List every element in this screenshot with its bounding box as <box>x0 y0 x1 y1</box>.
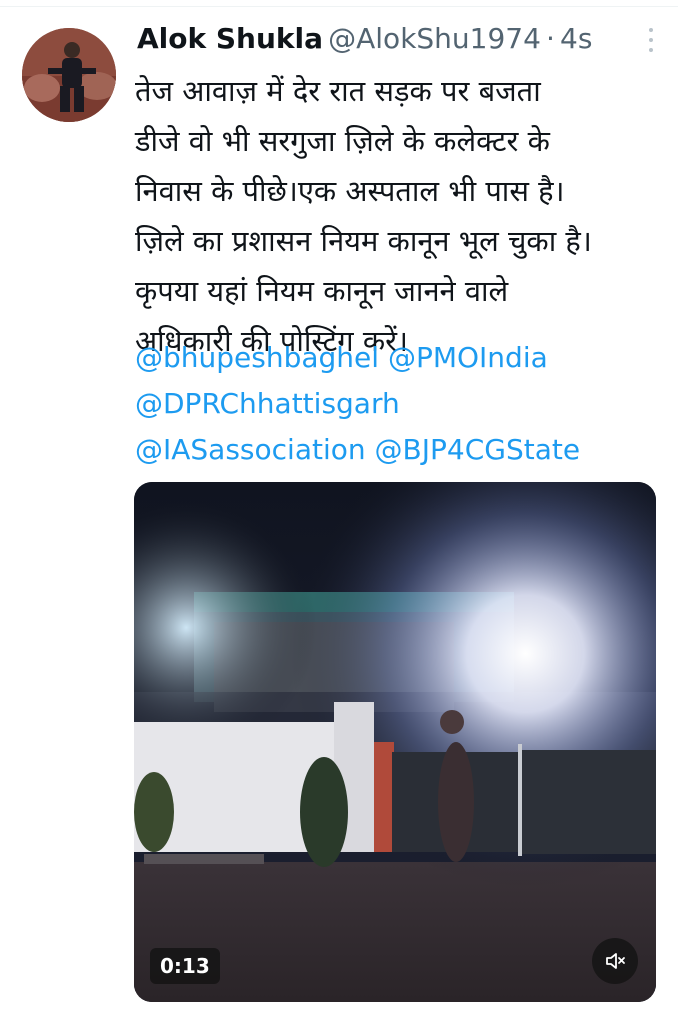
tweet-text-line: तेज आवाज़ में देर रात सड़क पर बजता <box>135 74 541 108</box>
separator-dot: · <box>546 22 555 55</box>
avatar[interactable] <box>22 28 116 122</box>
tweet-text-line: निवास के पीछे।एक अस्पताल भी पास है। <box>135 174 565 208</box>
tweet-timestamp[interactable]: 4s <box>560 22 592 55</box>
avatar-photo <box>22 28 116 122</box>
mention-link[interactable]: @bhupeshbaghel <box>135 341 379 374</box>
tweet-text-line: कृपया यहां नियम कानून जानने वाले <box>135 274 509 308</box>
mention-link[interactable]: @BJP4CGState <box>375 433 581 466</box>
video-frame <box>134 482 656 1002</box>
tweet-text-line: ज़िले का प्रशासन नियम कानून भूल चुका है। <box>135 224 592 258</box>
author-handle[interactable]: @AlokShu1974 <box>328 22 541 55</box>
tweet-mentions: @bhupeshbaghel @PMOIndia @DPRChhattisgar… <box>135 335 665 473</box>
tweet-body: तेज आवाज़ में देर रात सड़क पर बजता डीजे … <box>135 66 665 366</box>
tweet-header: Alok Shukla @AlokShu1974 · 4s <box>137 22 657 62</box>
author-name[interactable]: Alok Shukla <box>137 22 323 55</box>
tweet-text-line: डीजे वो भी सरगुजा ज़िले के कलेक्टर के <box>135 124 550 158</box>
speaker-muted-icon[interactable] <box>592 938 638 984</box>
mention-link[interactable]: @DPRChhattisgarh <box>135 387 400 420</box>
video-player[interactable]: 0:13 <box>134 482 656 1002</box>
divider <box>0 6 678 7</box>
mention-link[interactable]: @PMOIndia <box>388 341 548 374</box>
mention-link[interactable]: @IASassociation <box>135 433 366 466</box>
video-duration-badge: 0:13 <box>150 948 220 984</box>
more-options-icon[interactable] <box>645 28 657 58</box>
